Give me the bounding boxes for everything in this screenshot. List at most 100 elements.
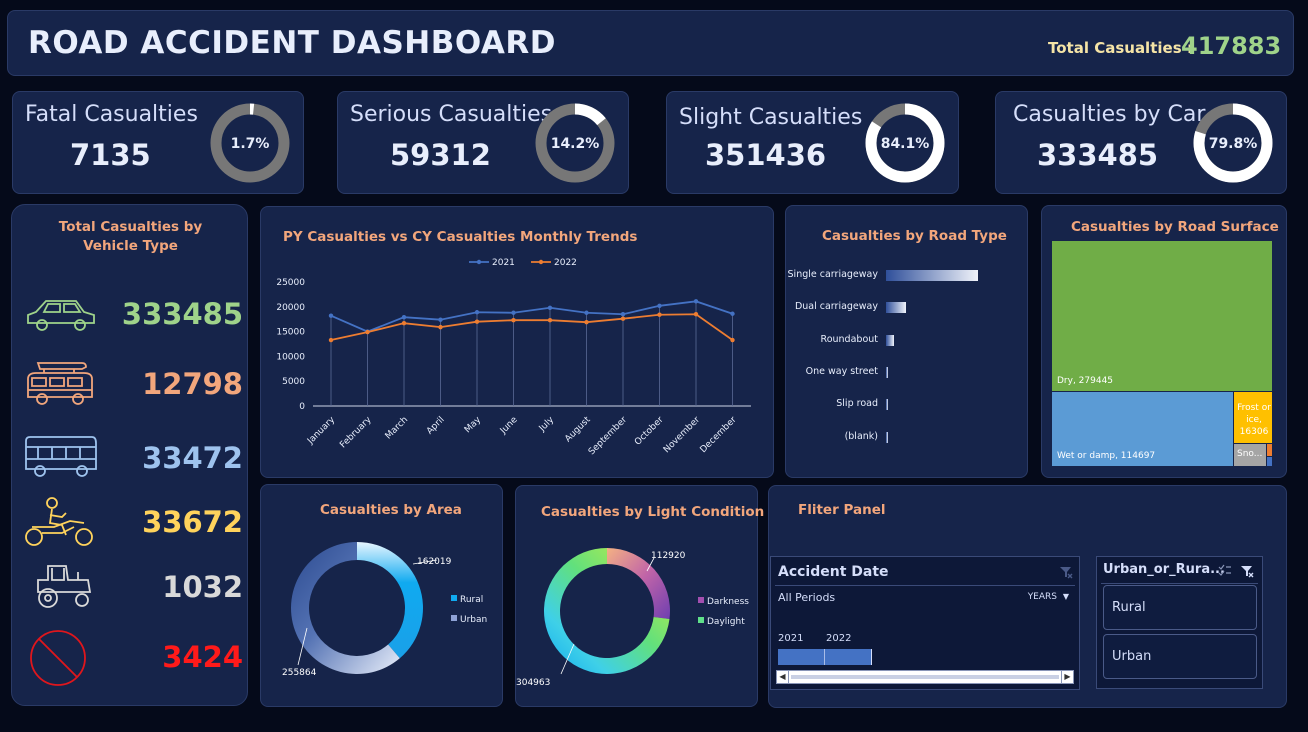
bar-category-label: (blank) <box>844 430 878 442</box>
monthly-trend-panel: PY Casualties vs CY Casualties Monthly T… <box>260 206 774 478</box>
timeline-bar-2021[interactable] <box>778 649 824 665</box>
kpi-card-fatal: Fatal Casualties 7135 1.7% <box>12 91 304 194</box>
urban-rural-slicer[interactable]: Urban_or_Rura... Rural Urban <box>1096 556 1263 689</box>
scroll-left-icon[interactable]: ◀ <box>777 671 789 683</box>
data-point <box>584 310 589 315</box>
x-tick-label: July <box>537 415 557 435</box>
data-point <box>657 312 662 317</box>
data-point <box>365 329 370 335</box>
data-label-daylight: 304963 <box>516 678 550 688</box>
data-point <box>401 315 407 320</box>
tractor-icon <box>37 565 92 608</box>
kpi-donut: 14.2% <box>535 103 615 183</box>
chevron-down-icon[interactable]: ▼ <box>1063 592 1069 601</box>
multi-select-icon[interactable] <box>1218 564 1232 578</box>
treemap-label: Frost or ice, 16306 <box>1237 403 1271 437</box>
data-point <box>693 312 699 317</box>
timeline-year-label: 2022 <box>826 633 852 644</box>
treemap-cell-other <box>1267 457 1272 466</box>
data-point <box>620 316 626 321</box>
data-point <box>438 324 443 330</box>
bar <box>886 302 906 314</box>
timeline-unit-dropdown[interactable]: YEARS <box>1028 592 1057 602</box>
kpi-value: 333485 <box>1037 138 1159 172</box>
series-line-2022 <box>330 313 734 341</box>
clear-filter-icon[interactable] <box>1059 565 1073 579</box>
y-tick-label: 15000 <box>276 328 305 338</box>
x-tick-label: March <box>384 415 410 441</box>
kpi-title: Slight Casualties <box>679 105 863 130</box>
legend-label: 2022 <box>554 258 577 268</box>
data-point <box>401 320 407 326</box>
x-tick-label: October <box>633 415 666 448</box>
data-point <box>730 311 735 316</box>
y-tick-label: 5000 <box>282 377 305 387</box>
dashboard-title: ROAD ACCIDENT DASHBOARD <box>28 25 556 61</box>
road-surface-panel: Casualties by Road Surface Dry, 279445 W… <box>1041 205 1287 478</box>
x-tick-label: January <box>305 415 337 447</box>
data-point <box>584 319 589 325</box>
data-label-rural: 162019 <box>417 557 452 567</box>
kpi-percent-label: 14.2% <box>551 136 600 152</box>
slicer-option-urban[interactable]: Urban <box>1103 634 1257 679</box>
kpi-title: Casualties by Car <box>1013 102 1206 127</box>
kpi-percent-label: 79.8% <box>1209 136 1258 152</box>
line-chart: 0 5000 10000 15000 20000 25000 January February… <box>276 258 751 457</box>
treemap-label: Sno... <box>1237 449 1263 459</box>
panel-title: Casualties by Road Surface <box>1071 219 1279 235</box>
kpi-donut: 1.7% <box>210 103 290 183</box>
vehicle-value-motorcycle: 33672 <box>142 505 243 539</box>
treemap-cell-flood <box>1267 444 1272 456</box>
donut-slice-rural <box>357 542 423 659</box>
data-point <box>438 317 443 322</box>
vehicle-type-panel: Total Casualties by Vehicle Type 333485 … <box>11 204 248 706</box>
x-tick-label: November <box>662 415 702 455</box>
data-point <box>511 317 516 323</box>
slicer-period-label: All Periods <box>778 591 836 604</box>
data-point <box>693 299 699 304</box>
timeline-scrollbar[interactable]: ◀ ▶ <box>776 670 1074 684</box>
timeline-year-label: 2021 <box>778 633 804 644</box>
total-casualties-label: Total Casualties : <box>1048 39 1193 57</box>
scroll-right-icon[interactable]: ▶ <box>1061 671 1073 683</box>
x-tick-label: August <box>563 415 593 445</box>
road-type-panel: Casualties by Road Type Single carriagew… <box>785 205 1028 478</box>
vehicle-row-motorcycle: 33672 <box>12 495 249 551</box>
legend-label: Rural <box>460 595 483 605</box>
kpi-donut: 84.1% <box>865 103 945 183</box>
panel-title: Total Casualties by <box>58 219 203 235</box>
vehicle-value-van: 12798 <box>142 367 243 401</box>
clear-filter-icon[interactable] <box>1240 564 1254 578</box>
x-tick-label: September <box>587 415 629 457</box>
area-panel: Casualties by Area 162019 255864 Rural U… <box>260 484 503 707</box>
treemap-cell-frost: Frost or ice, 16306 <box>1234 392 1272 443</box>
y-tick-label: 0 <box>299 402 305 412</box>
legend-label: Daylight <box>707 617 745 627</box>
accident-date-slicer[interactable]: Accident Date All Periods YEARS ▼ 2021 2… <box>770 556 1080 690</box>
bar-category-label: Single carriageway <box>787 269 878 280</box>
treemap-label: Wet or damp, 114697 <box>1057 451 1156 461</box>
x-tick-label: May <box>463 415 484 436</box>
data-point <box>328 313 334 318</box>
scrollbar-thumb[interactable] <box>791 675 1059 679</box>
panel-title: Casualties by Road Type <box>822 228 1007 244</box>
data-point <box>730 337 735 343</box>
treemap-cell-wet: Wet or damp, 114697 <box>1052 392 1233 466</box>
data-point <box>328 337 334 343</box>
timeline-bar-2022[interactable] <box>825 649 871 665</box>
treemap-cell-dry: Dry, 279445 <box>1052 241 1272 391</box>
slicer-divider <box>1101 583 1258 584</box>
vehicle-row-car: 333485 <box>12 287 249 343</box>
slicer-option-rural[interactable]: Rural <box>1103 585 1257 630</box>
x-tick-label: February <box>338 415 374 451</box>
legend-swatch <box>698 617 704 623</box>
data-point <box>547 305 553 310</box>
vehicle-value-car: 333485 <box>121 297 243 331</box>
bar <box>886 399 888 411</box>
y-tick-label: 20000 <box>276 303 305 313</box>
legend-label: 2021 <box>492 258 515 268</box>
timeline-divider <box>824 649 825 665</box>
kpi-percent-label: 1.7% <box>231 136 270 152</box>
motorcycle-icon <box>25 497 93 546</box>
kpi-card-slight: Slight Casualties 351436 84.1% <box>666 91 959 194</box>
